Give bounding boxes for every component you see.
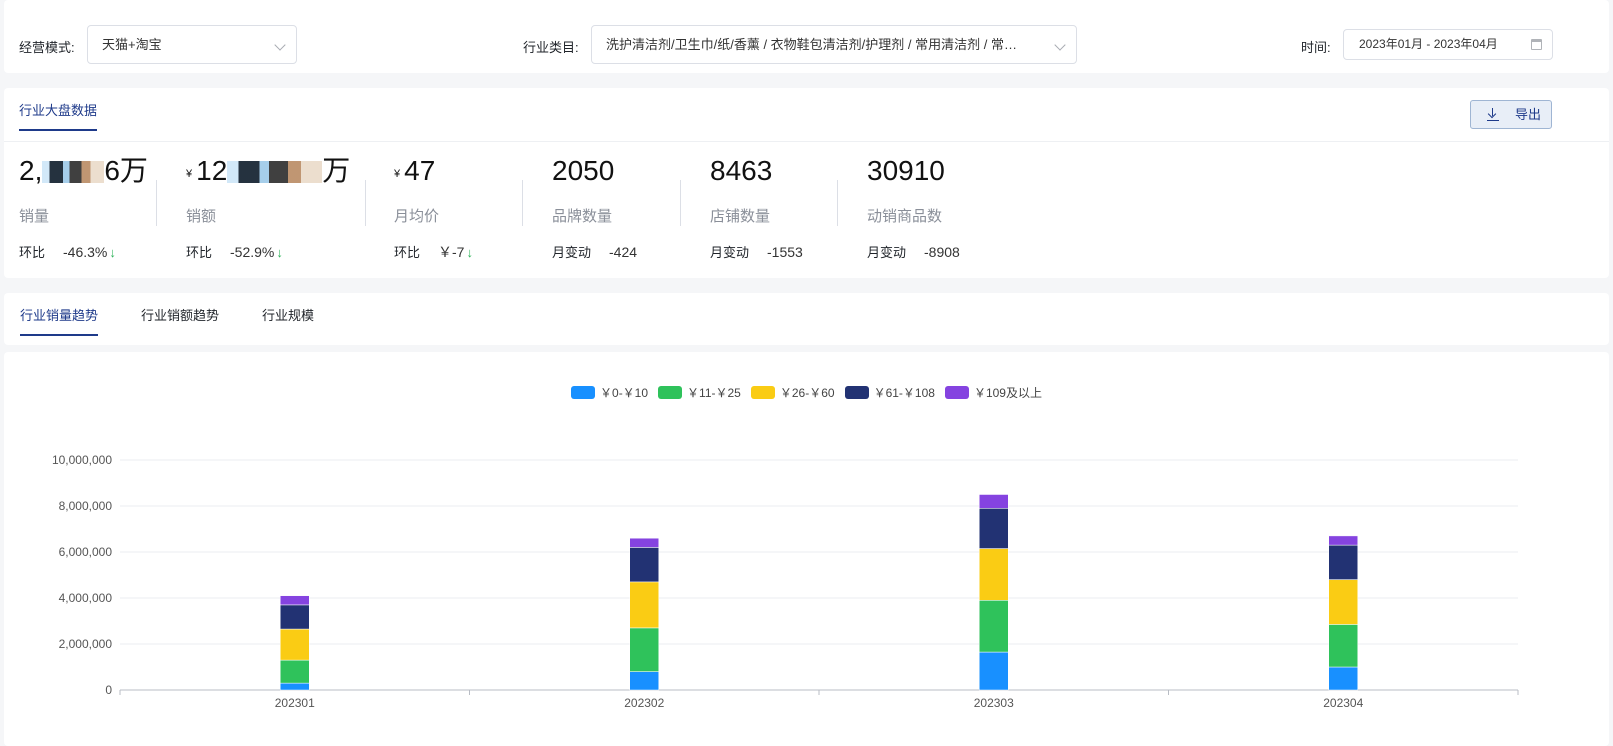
trend-tabs: 行业销量趋势 行业销额趋势 行业规模 — [4, 293, 1609, 345]
bar-segment — [280, 682, 310, 691]
divider — [156, 180, 157, 226]
bar-segment — [629, 547, 659, 583]
divider — [680, 180, 681, 226]
bar-segment — [1328, 544, 1358, 580]
metric-name: 销额 — [186, 208, 217, 225]
bar-segment — [629, 671, 659, 691]
tab-sales-amount-trend[interactable]: 行业销额趋势 — [141, 305, 219, 334]
date-range-value: 2023年01月 - 2023年04月 — [1359, 37, 1498, 51]
category-select-value: 洗护清洁剂/卫生巾/纸/香薰 / 衣物鞋包清洁剂/护理剂 / 常用清洁剂 / 常… — [606, 37, 1017, 52]
mode-select-value: 天猫+淘宝 — [102, 37, 162, 52]
bar-segment — [979, 508, 1009, 549]
tab-industry-scale[interactable]: 行业规模 — [262, 305, 314, 334]
chart-panel: ￥0-￥10 ￥11-￥25 ￥26-￥60 ￥61-￥108 ￥109及以上 0 2,0… — [4, 352, 1609, 746]
category-label: 行业类目: — [523, 40, 579, 55]
x-tick-label: 202303 — [974, 696, 1014, 710]
metric-value: 8463 — [710, 155, 773, 186]
bar-segment — [1328, 535, 1358, 546]
metric-avg-price: ¥47 月均价 环比 ￥-7 ↓ — [394, 151, 473, 262]
mode-label: 经营模式: — [19, 40, 75, 55]
metric-name: 动销商品数 — [867, 208, 943, 225]
metric-sales-amount: ¥12 万 销额 环比 -52.9% ↓ — [186, 151, 350, 261]
export-label: 导出 — [1515, 107, 1542, 122]
y-tick-label: 10,000,000 — [52, 453, 112, 467]
metric-active-items: 30910 动销商品数 月变动 -8908 — [867, 151, 960, 261]
arrow-down-icon: ↓ — [109, 245, 116, 260]
bar-segment — [1328, 666, 1358, 691]
metric-change: 月变动 -8908 — [867, 244, 960, 260]
time-label: 时间: — [1301, 40, 1331, 55]
metric-change: 月变动 -424 — [552, 244, 638, 260]
y-tick-label: 0 — [105, 683, 112, 697]
y-tick-label: 8,000,000 — [59, 499, 113, 513]
bar-segment — [979, 651, 1009, 691]
metric-name: 店铺数量 — [710, 208, 771, 225]
metric-value: ¥47 — [394, 155, 436, 186]
bar-segment — [1328, 579, 1358, 625]
divider — [522, 180, 523, 226]
metric-name: 销量 — [19, 208, 50, 225]
bar-segment — [280, 628, 310, 661]
y-tick-label: 6,000,000 — [59, 545, 113, 559]
metric-value: 2050 — [552, 155, 615, 186]
bar-segment — [280, 659, 310, 684]
bar-segment — [979, 600, 1009, 653]
chevron-down-icon — [274, 39, 286, 51]
bar-segment — [629, 581, 659, 629]
redacted-mask — [42, 161, 105, 183]
arrow-down-icon: ↓ — [276, 245, 283, 260]
bar-segment — [979, 548, 1009, 601]
tab-industry-overview[interactable]: 行业大盘数据 — [19, 100, 98, 131]
calendar-icon — [1531, 39, 1542, 50]
metric-value: ¥12 万 — [186, 155, 351, 186]
y-tick-label: 2,000,000 — [59, 637, 113, 651]
metric-change: 环比 ￥-7 ↓ — [394, 244, 473, 260]
stacked-bar-chart: 0 2,000,000 4,000,000 6,000,000 8,000,000 10,… — [52, 453, 1519, 710]
overview-panel: 行业大盘数据 导出 2, 6万 销量 环比 -46.3% ↓ ¥12 万 销额 环比 -5… — [4, 88, 1609, 278]
metric-name: 品牌数量 — [552, 208, 613, 225]
bar-segment — [1328, 624, 1358, 668]
divider — [365, 180, 366, 226]
metric-change: 环比 -52.9% ↓ — [186, 244, 283, 260]
bar-segment — [629, 627, 659, 672]
metric-value: 2, 6万 — [19, 155, 148, 186]
metric-change: 月变动 -1553 — [710, 244, 803, 260]
arrow-down-icon: ↓ — [466, 245, 473, 260]
y-tick-label: 4,000,000 — [59, 591, 113, 605]
chevron-down-icon — [1054, 39, 1066, 51]
metric-brand-count: 2050 品牌数量 月变动 -424 — [552, 151, 637, 261]
metric-value: 30910 — [867, 155, 945, 186]
metric-change: 环比 -46.3% ↓ — [19, 244, 116, 260]
divider — [4, 141, 1609, 142]
x-tick-label: 202301 — [275, 696, 315, 710]
x-tick-label: 202304 — [1323, 696, 1363, 710]
download-icon — [1487, 108, 1499, 120]
metric-name: 月均价 — [394, 208, 440, 225]
redacted-mask — [227, 161, 323, 183]
category-select[interactable]: 洗护清洁剂/卫生巾/纸/香薰 / 衣物鞋包清洁剂/护理剂 / 常用清洁剂 / 常… — [591, 25, 1077, 64]
divider — [837, 180, 838, 226]
bar-segment — [280, 604, 310, 630]
filter-bar: 经营模式: 天猫+淘宝 行业类目: 洗护清洁剂/卫生巾/纸/香薰 / 衣物鞋包清… — [4, 0, 1609, 73]
bar-segment — [979, 494, 1009, 509]
date-range-picker[interactable]: 2023年01月 - 2023年04月 — [1343, 29, 1553, 60]
tab-sales-volume-trend[interactable]: 行业销量趋势 — [20, 305, 99, 336]
bar-segment — [280, 595, 310, 606]
metric-store-count: 8463 店铺数量 月变动 -1553 — [710, 151, 803, 261]
export-button[interactable]: 导出 — [1470, 100, 1552, 129]
bar-segment — [629, 537, 659, 548]
x-tick-label: 202302 — [624, 696, 664, 710]
metric-sales-volume: 2, 6万 销量 环比 -46.3% ↓ — [19, 151, 148, 261]
mode-select[interactable]: 天猫+淘宝 — [87, 25, 297, 64]
